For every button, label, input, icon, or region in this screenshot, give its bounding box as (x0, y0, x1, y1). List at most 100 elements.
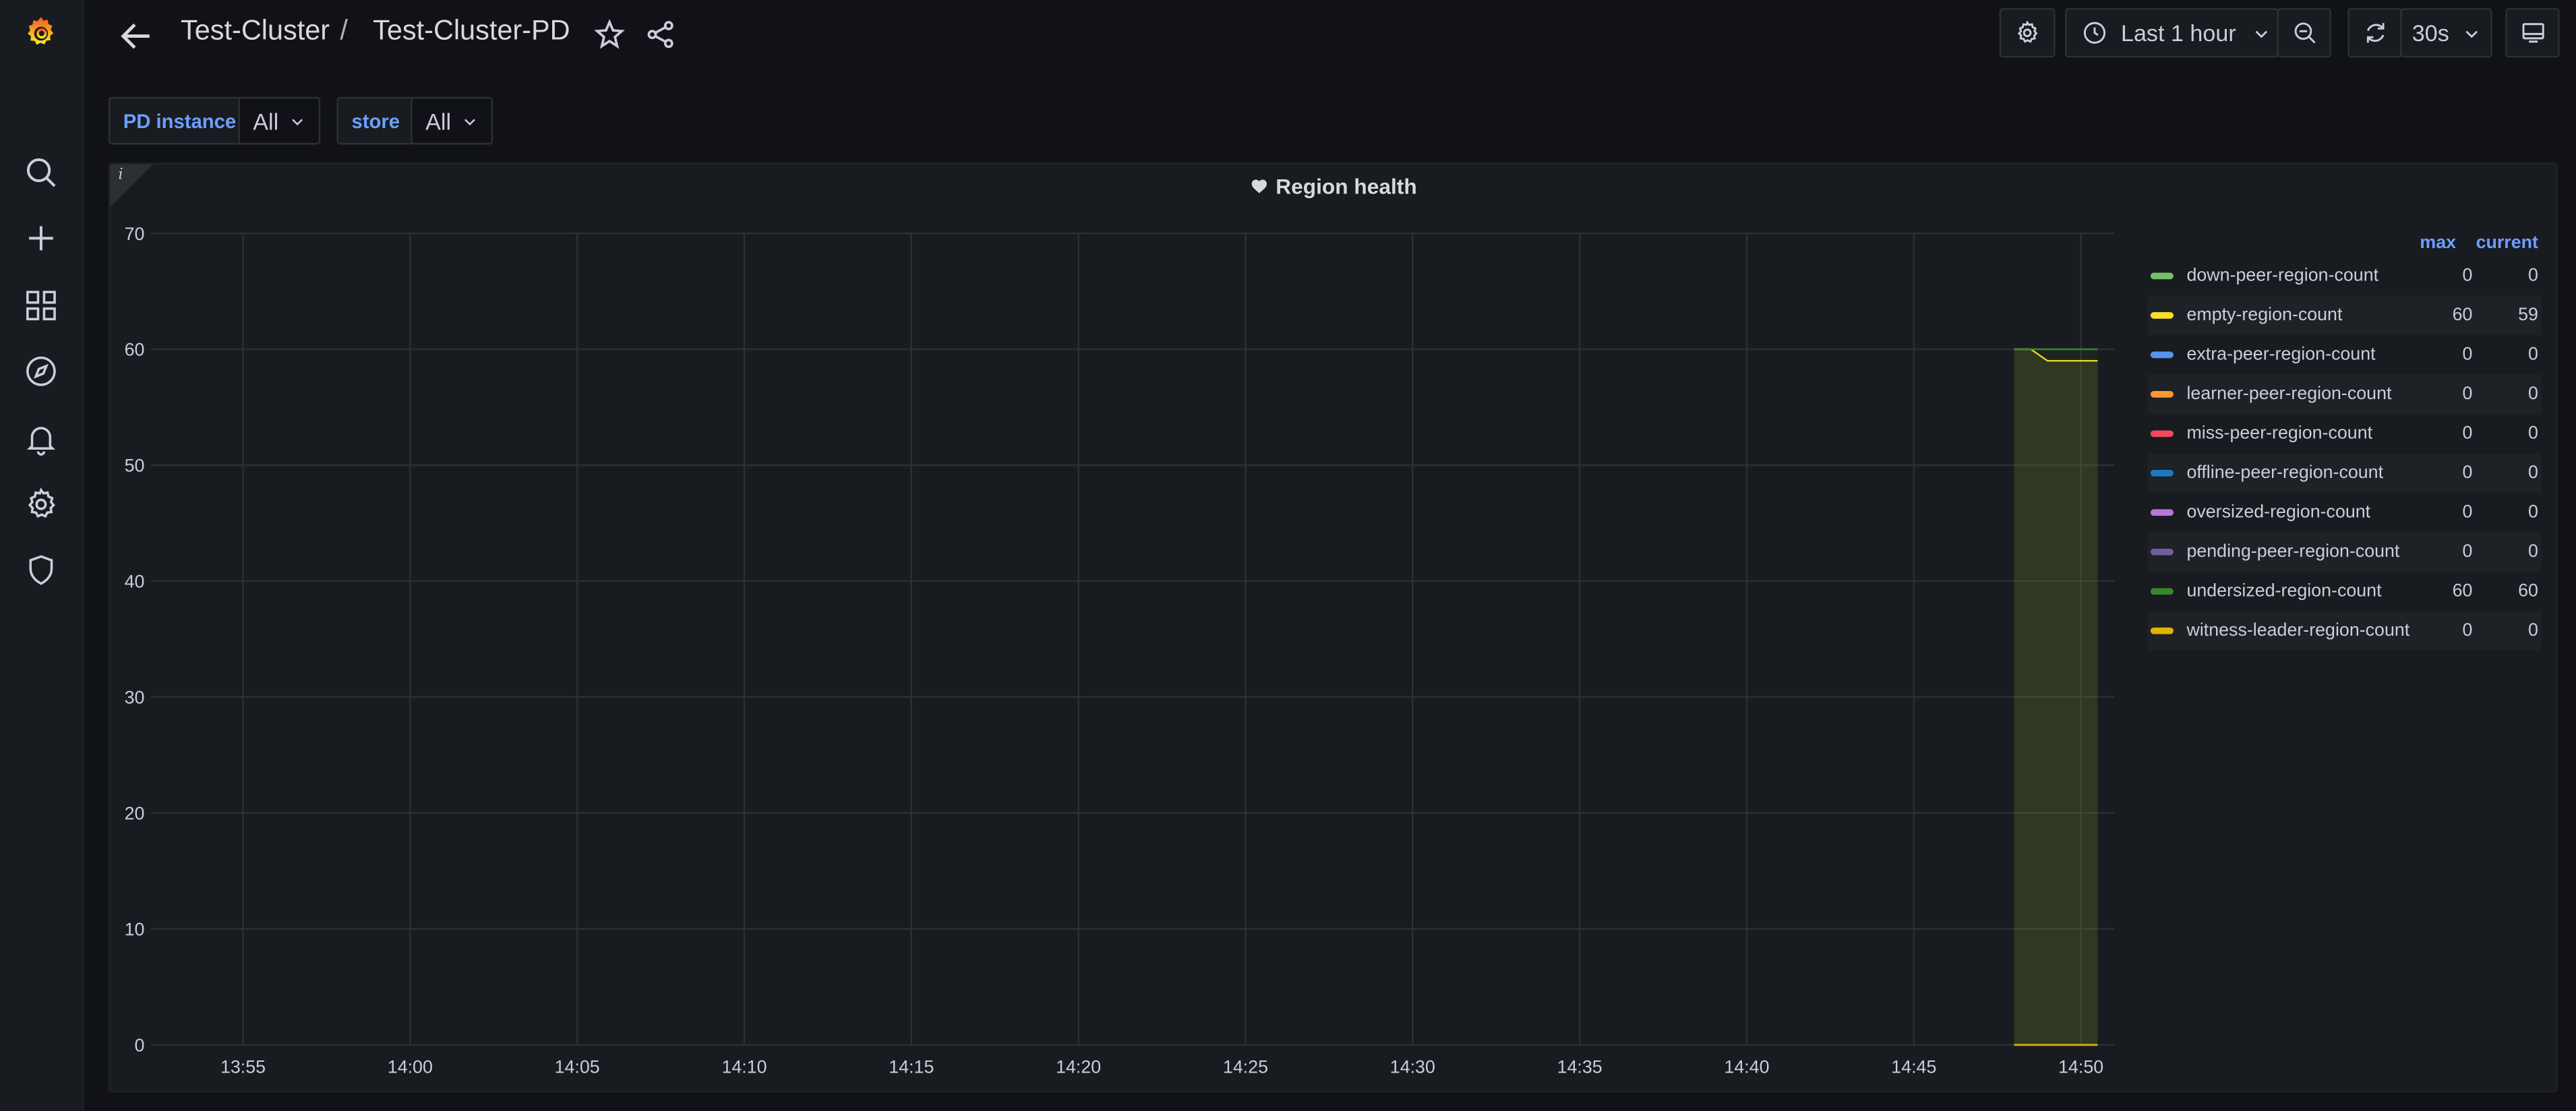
legend: max current down-peer-region-count 0 0 empt… (2147, 230, 2542, 651)
legend-swatch (2150, 312, 2174, 319)
plus-icon[interactable] (20, 217, 62, 260)
search-icon[interactable] (20, 151, 62, 193)
variable-value: All (425, 107, 452, 134)
legend-item[interactable]: pending-peer-region-count 0 0 (2147, 532, 2542, 572)
variable-label-store: store (336, 96, 415, 145)
gear-icon (2017, 20, 2038, 43)
legend-series-name: offline-peer-region-count (2186, 463, 2384, 483)
y-tick-label: 60 (125, 340, 145, 360)
variable-select-pd-instance[interactable]: All (238, 96, 320, 145)
legend-item[interactable]: empty-region-count 60 59 (2147, 295, 2542, 336)
refresh-button[interactable] (2347, 8, 2402, 58)
legend-max-value: 0 (2462, 266, 2473, 287)
tv-mode-button[interactable] (2505, 8, 2560, 58)
breadcrumb-folder[interactable]: Test-Cluster (181, 15, 330, 48)
legend-current-value: 0 (2528, 542, 2538, 562)
legend-item[interactable]: undersized-region-count 60 60 (2147, 572, 2542, 611)
legend-swatch (2150, 548, 2174, 556)
legend-header: max current (2147, 230, 2542, 256)
x-tick-label: 14:10 (721, 1056, 767, 1077)
zoom-out-button[interactable] (2277, 8, 2331, 58)
legend-series-name: empty-region-count (2186, 305, 2343, 326)
legend-series-name: undersized-region-count (2186, 581, 2382, 601)
page-title[interactable]: Test-Cluster-PD (373, 15, 570, 48)
legend-swatch (2150, 588, 2174, 595)
legend-item[interactable]: oversized-region-count 0 0 (2147, 493, 2542, 532)
y-tick-label: 10 (125, 920, 145, 940)
breadcrumb-separator: / (340, 14, 348, 47)
time-range-picker[interactable]: Last 1 hour (2065, 8, 2279, 58)
legend-col-current[interactable]: current (2456, 233, 2542, 253)
bell-icon[interactable] (20, 417, 62, 460)
refresh-icon (2366, 23, 2384, 43)
x-tick-label: 14:05 (555, 1056, 600, 1077)
variable-label-pd-instance: PD instance (108, 96, 251, 145)
x-tick-label: 14:35 (1557, 1056, 1602, 1077)
chevron-down-icon (2255, 30, 2268, 38)
refresh-interval-picker[interactable]: 30s (2400, 8, 2492, 58)
chevron-down-icon (2465, 30, 2478, 38)
legend-current-value: 0 (2528, 344, 2538, 365)
dashboard-settings-button[interactable] (1999, 8, 2056, 58)
legend-item[interactable]: witness-leader-region-count 0 0 (2147, 611, 2542, 651)
legend-current-value: 0 (2528, 621, 2538, 641)
legend-max-value: 0 (2462, 542, 2473, 562)
legend-max-value: 0 (2462, 344, 2473, 365)
legend-swatch (2150, 509, 2174, 516)
variable-value: All (253, 107, 279, 134)
legend-max-value: 0 (2462, 502, 2473, 522)
y-tick-label: 30 (125, 688, 145, 708)
legend-current-value: 0 (2528, 423, 2538, 444)
x-tick-label: 14:20 (1056, 1056, 1101, 1077)
star-icon[interactable] (593, 18, 626, 51)
legend-rows: down-peer-region-count 0 0 empty-region-cou… (2147, 256, 2542, 651)
legend-max-value: 60 (2452, 305, 2473, 326)
legend-item[interactable]: miss-peer-region-count 0 0 (2147, 414, 2542, 453)
x-tick-label: 14:00 (388, 1056, 433, 1077)
legend-item[interactable]: extra-peer-region-count 0 0 (2147, 335, 2542, 374)
legend-item[interactable]: offline-peer-region-count 0 0 (2147, 453, 2542, 493)
share-icon[interactable] (644, 18, 677, 51)
monitor-icon (2521, 23, 2544, 43)
legend-current-value: 60 (2518, 581, 2538, 601)
y-tick-label: 70 (125, 224, 145, 244)
legend-max-value: 0 (2462, 463, 2473, 483)
dashboards-icon[interactable] (20, 284, 62, 327)
refresh-interval-label: 30s (2412, 20, 2449, 47)
graph-panel: i Region health 0 10 20 30 40 50 60 70 13:55 14:0… (108, 162, 2558, 1094)
back-arrow-icon[interactable] (117, 16, 156, 55)
legend-swatch (2150, 430, 2174, 438)
y-tick-label: 0 (135, 1035, 145, 1056)
clock-icon (2083, 22, 2106, 44)
y-tick-label: 50 (125, 456, 145, 476)
legend-col-max[interactable]: max (2391, 233, 2456, 253)
legend-swatch (2150, 272, 2174, 280)
x-tick-label: 14:50 (2058, 1056, 2103, 1077)
time-range-label: Last 1 hour (2120, 20, 2236, 47)
legend-max-value: 0 (2462, 621, 2473, 641)
legend-series-name: oversized-region-count (2186, 502, 2371, 522)
legend-series-name: extra-peer-region-count (2186, 344, 2376, 365)
legend-swatch (2150, 627, 2174, 634)
gear-icon[interactable] (20, 483, 62, 525)
shield-icon[interactable] (20, 549, 62, 591)
legend-max-value: 60 (2452, 581, 2473, 601)
legend-series-name: miss-peer-region-count (2186, 423, 2373, 444)
x-tick-label: 14:30 (1390, 1056, 1435, 1077)
zoom-out-icon (2294, 22, 2315, 44)
legend-series-name: learner-peer-region-count (2186, 384, 2392, 404)
legend-item[interactable]: learner-peer-region-count 0 0 (2147, 374, 2542, 415)
legend-max-value: 0 (2462, 423, 2473, 444)
legend-swatch (2150, 390, 2174, 398)
top-bar: Test-Cluster / Test-Cluster-PD Last 1 ho… (84, 0, 2576, 72)
compass-icon[interactable] (20, 350, 62, 392)
variable-select-store[interactable]: All (411, 96, 492, 145)
series-area (2014, 349, 2098, 1045)
grafana-logo-icon[interactable] (20, 11, 62, 54)
chevron-down-icon (463, 118, 475, 125)
y-tick-label: 20 (125, 804, 145, 824)
legend-item[interactable]: down-peer-region-count 0 0 (2147, 256, 2542, 295)
chart-area[interactable]: 0 10 20 30 40 50 60 70 13:55 14:00 14:05 14:10 14:15… (110, 164, 2147, 1094)
y-tick-label: 40 (125, 572, 145, 592)
legend-current-value: 0 (2528, 384, 2538, 404)
